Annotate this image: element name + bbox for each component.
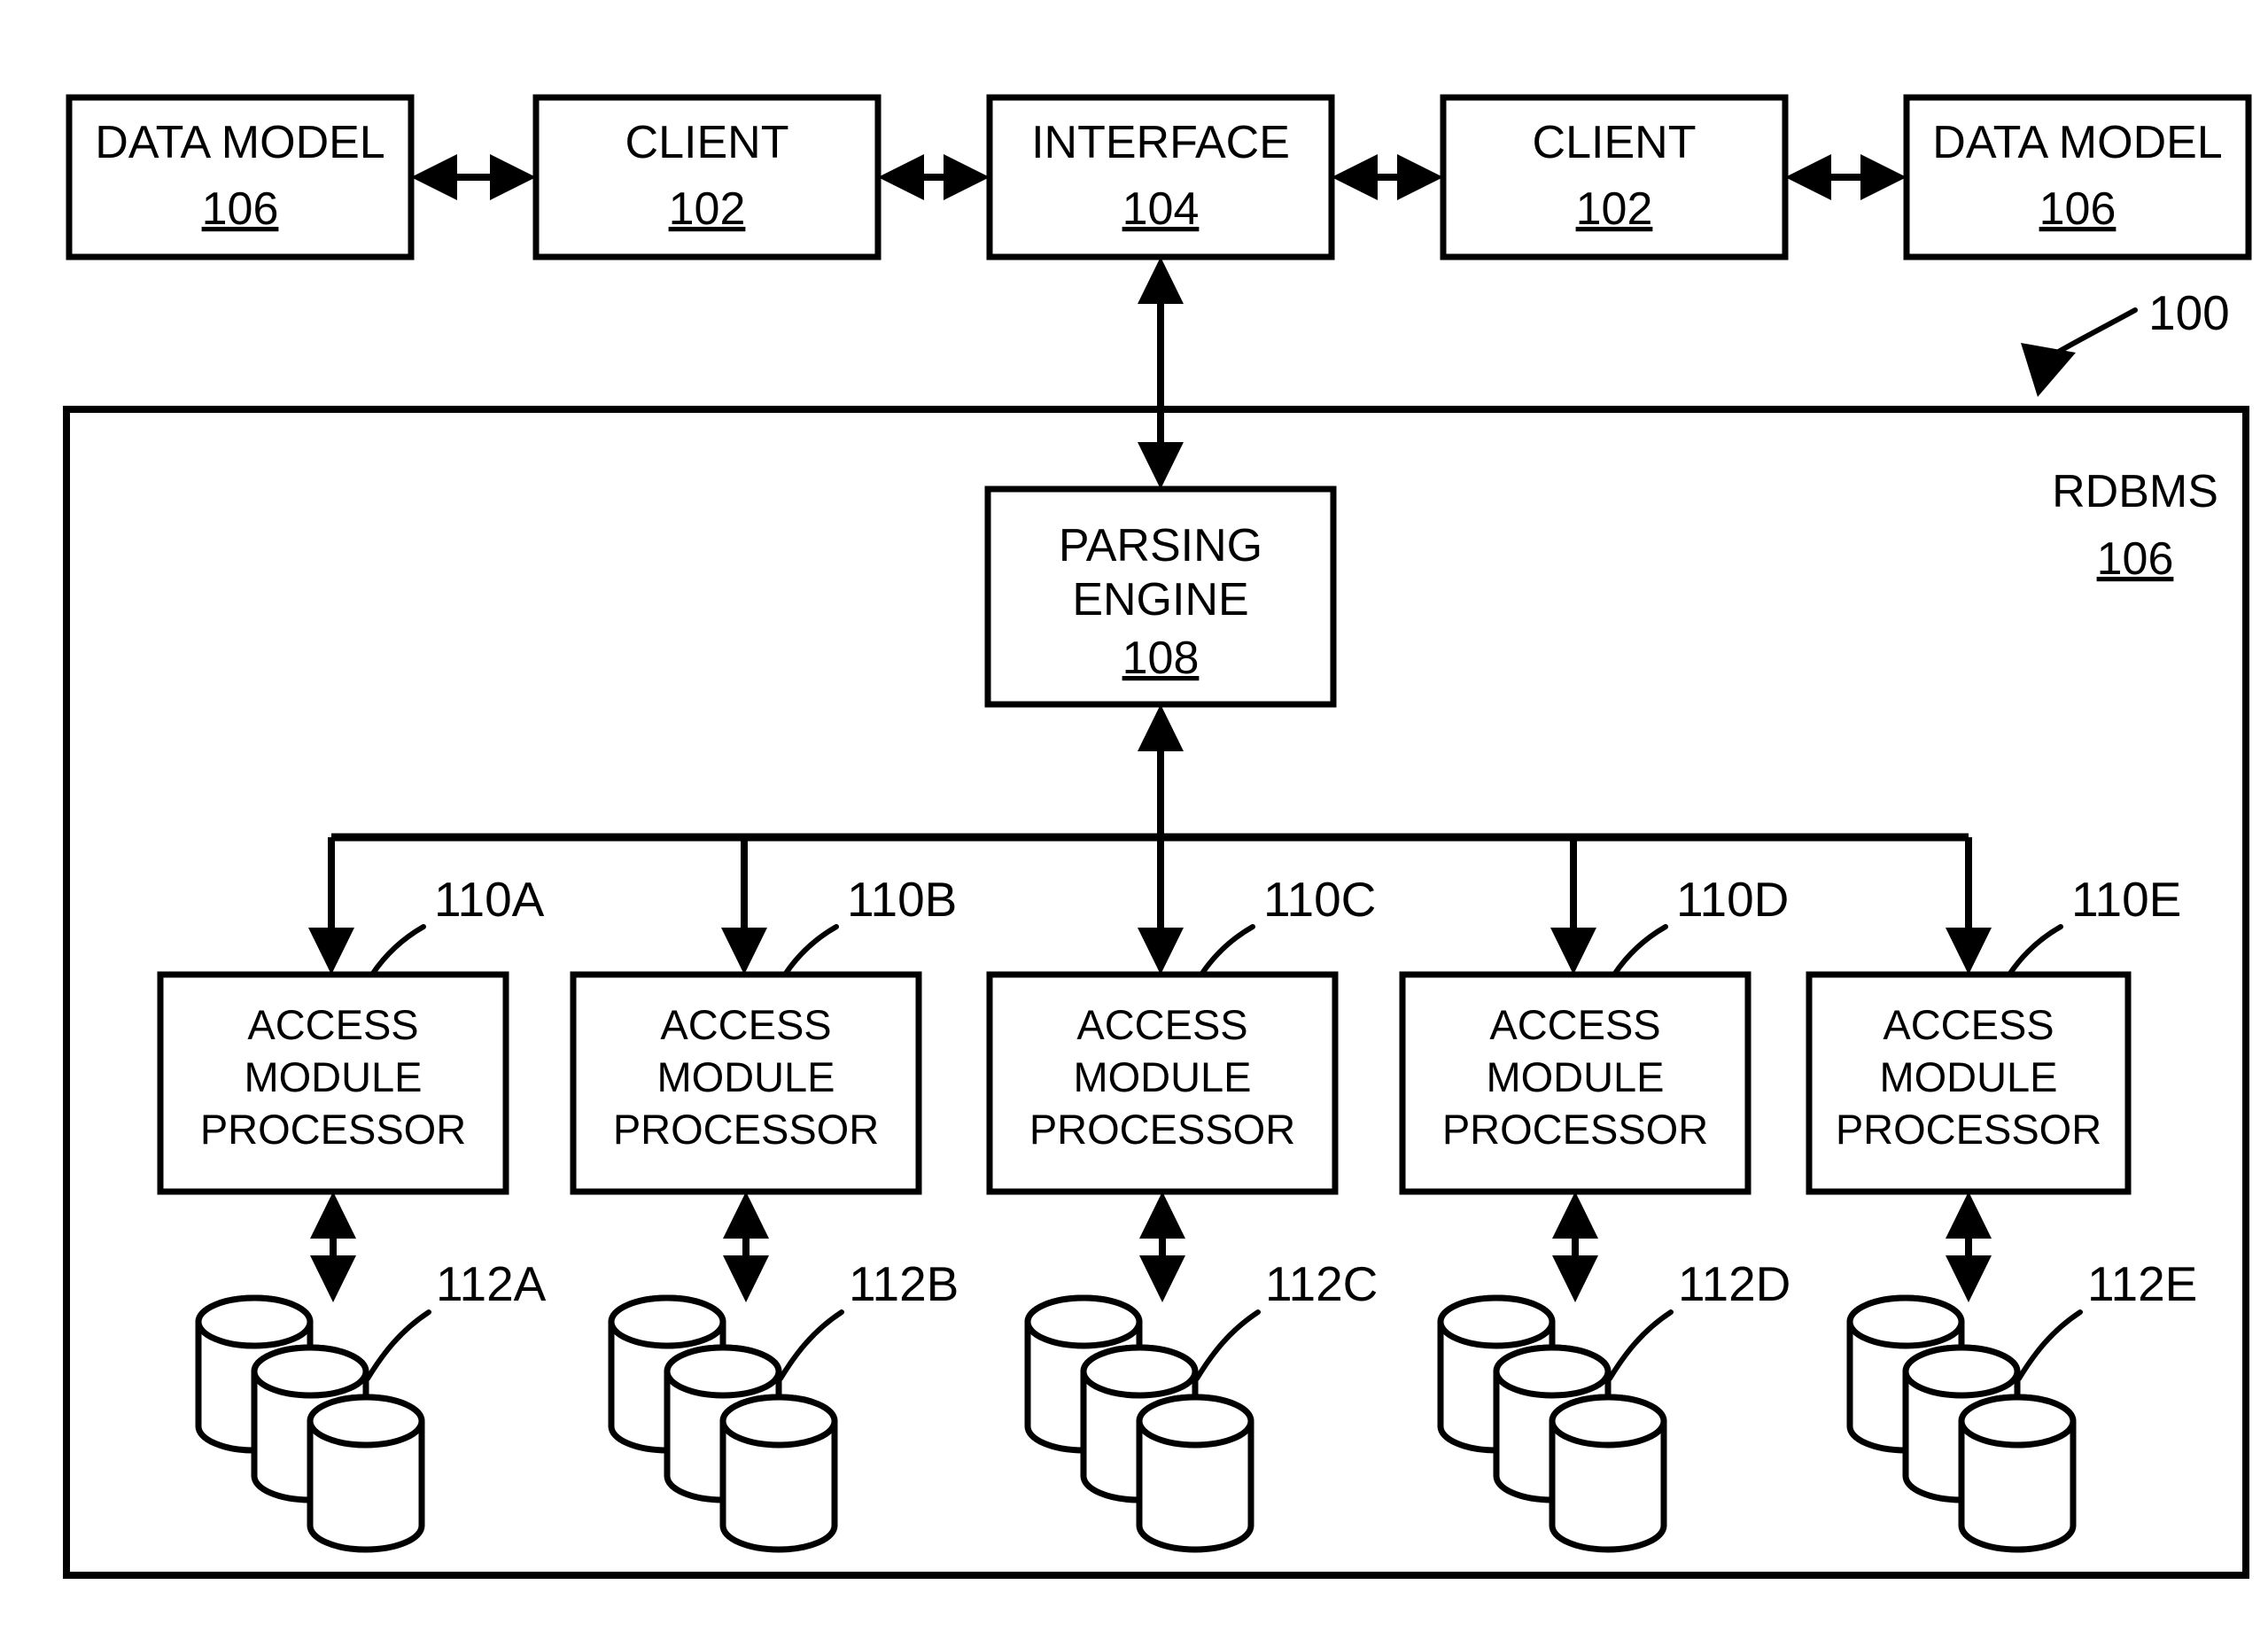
box-label: CLIENT xyxy=(625,117,789,168)
amp-label-line2: MODULE xyxy=(656,1053,835,1100)
disk-callout-c-leader xyxy=(1194,1309,1261,1381)
disk-callout-c: 112C xyxy=(1265,1256,1378,1311)
arrow-parsing-engine-to-bus xyxy=(1138,704,1184,837)
amp-column-d: 110D ACCESS MODULE PROCESSOR 112D xyxy=(1399,837,1790,1553)
amp-callout-e-leader xyxy=(2007,924,2063,977)
top-box-client-right: CLIENT 102 xyxy=(1440,94,1789,260)
diagram-svg: RDBMS 106 100 DATA MODEL 106 CLIENT 102 … xyxy=(63,94,2252,1579)
amp-label-line1: ACCESS xyxy=(1076,1001,1247,1048)
box-ref: 106 xyxy=(202,183,279,235)
arrow-data-model-left-to-client-left xyxy=(411,154,536,200)
arrow-interface-to-parsing-engine xyxy=(1138,257,1184,489)
amp-callout-c: 110C xyxy=(1263,872,1376,927)
amp-label-line3: PROCESSOR xyxy=(613,1106,879,1153)
disk-callout-e: 112E xyxy=(2087,1256,2197,1311)
amp-callout-e: 110E xyxy=(2071,872,2181,927)
box-ref: 106 xyxy=(2039,183,2117,235)
disk-group-e xyxy=(1846,1294,2077,1553)
amp-callout-a-leader xyxy=(369,924,426,977)
disk-group-c xyxy=(1024,1294,1254,1553)
top-box-data-model-right: DATA MODEL 106 xyxy=(1903,94,2252,260)
parsing-engine-line2: ENGINE xyxy=(1072,574,1248,625)
box-ref: 104 xyxy=(1122,183,1200,235)
amp-label-line2: MODULE xyxy=(1073,1053,1251,1100)
amp-label-line3: PROCESSOR xyxy=(200,1106,466,1153)
figure-ref-label: 100 xyxy=(2148,285,2230,340)
disk-callout-b-leader xyxy=(778,1309,844,1381)
amp-column-e: 110E ACCESS MODULE PROCESSOR 112E xyxy=(1806,837,2197,1553)
box-label: INTERFACE xyxy=(1031,117,1290,168)
disk-callout-d: 112D xyxy=(1678,1256,1790,1311)
arrow-client-left-to-interface xyxy=(878,154,990,200)
amp-column-c: 110C ACCESS MODULE PROCESSOR 112C xyxy=(986,837,1378,1553)
box-label: DATA MODEL xyxy=(95,117,384,168)
disk-group-d xyxy=(1437,1294,1667,1553)
disk-group-b xyxy=(608,1294,838,1553)
amp-label-line3: PROCESSOR xyxy=(1442,1106,1708,1153)
rdbms-ref: 106 xyxy=(2097,533,2174,585)
amp-callout-b-leader xyxy=(782,924,839,977)
amp-label-line1: ACCESS xyxy=(247,1001,418,1048)
amp-callout-c-leader xyxy=(1199,924,1255,977)
top-box-interface: INTERFACE 104 xyxy=(986,94,1335,260)
amp-label-line2: MODULE xyxy=(1486,1053,1664,1100)
top-box-data-model-left: DATA MODEL 106 xyxy=(66,94,415,260)
disk-callout-a-leader xyxy=(365,1309,431,1381)
amp-callout-d: 110D xyxy=(1676,872,1789,927)
box-ref: 102 xyxy=(669,183,746,235)
parsing-engine-line1: PARSING xyxy=(1059,520,1262,571)
parsing-engine-ref: 108 xyxy=(1122,633,1200,684)
amp-column-a: 110A ACCESS MODULE PROCESSOR 112A xyxy=(157,837,547,1553)
rdbms-label: RDBMS xyxy=(2052,466,2218,517)
top-box-client-left: CLIENT 102 xyxy=(532,94,882,260)
disk-callout-b: 112B xyxy=(849,1256,959,1311)
amp-callout-a: 110A xyxy=(434,872,545,927)
amp-callout-b: 110B xyxy=(847,872,957,927)
box-ref: 102 xyxy=(1576,183,1653,235)
disk-group-a xyxy=(195,1294,425,1553)
figure-ref-arrowhead xyxy=(2021,343,2076,397)
disk-callout-a: 112A xyxy=(436,1256,547,1311)
amp-label-line1: ACCESS xyxy=(660,1001,831,1048)
disk-callout-d-leader xyxy=(1607,1309,1674,1381)
amp-label-line3: PROCESSOR xyxy=(1836,1106,2101,1153)
arrow-interface-to-client-right xyxy=(1332,154,1443,200)
box-label: CLIENT xyxy=(1533,117,1697,168)
figure-canvas: RDBMS 106 100 DATA MODEL 106 CLIENT 102 … xyxy=(0,0,2268,1647)
disk-callout-e-leader xyxy=(2016,1309,2083,1381)
amp-callout-d-leader xyxy=(1612,924,1668,977)
amp-label-line3: PROCESSOR xyxy=(1029,1106,1295,1153)
amp-label-line2: MODULE xyxy=(1879,1053,2057,1100)
amp-label-line1: ACCESS xyxy=(1489,1001,1660,1048)
box-label: DATA MODEL xyxy=(1932,117,2222,168)
amp-column-b: 110B ACCESS MODULE PROCESSOR 112B xyxy=(570,837,959,1553)
amp-label-line1: ACCESS xyxy=(1883,1001,2054,1048)
parsing-engine-box: PARSING ENGINE 108 xyxy=(984,486,1337,708)
amp-label-line2: MODULE xyxy=(244,1053,422,1100)
arrow-client-right-to-data-model-right xyxy=(1785,154,1907,200)
